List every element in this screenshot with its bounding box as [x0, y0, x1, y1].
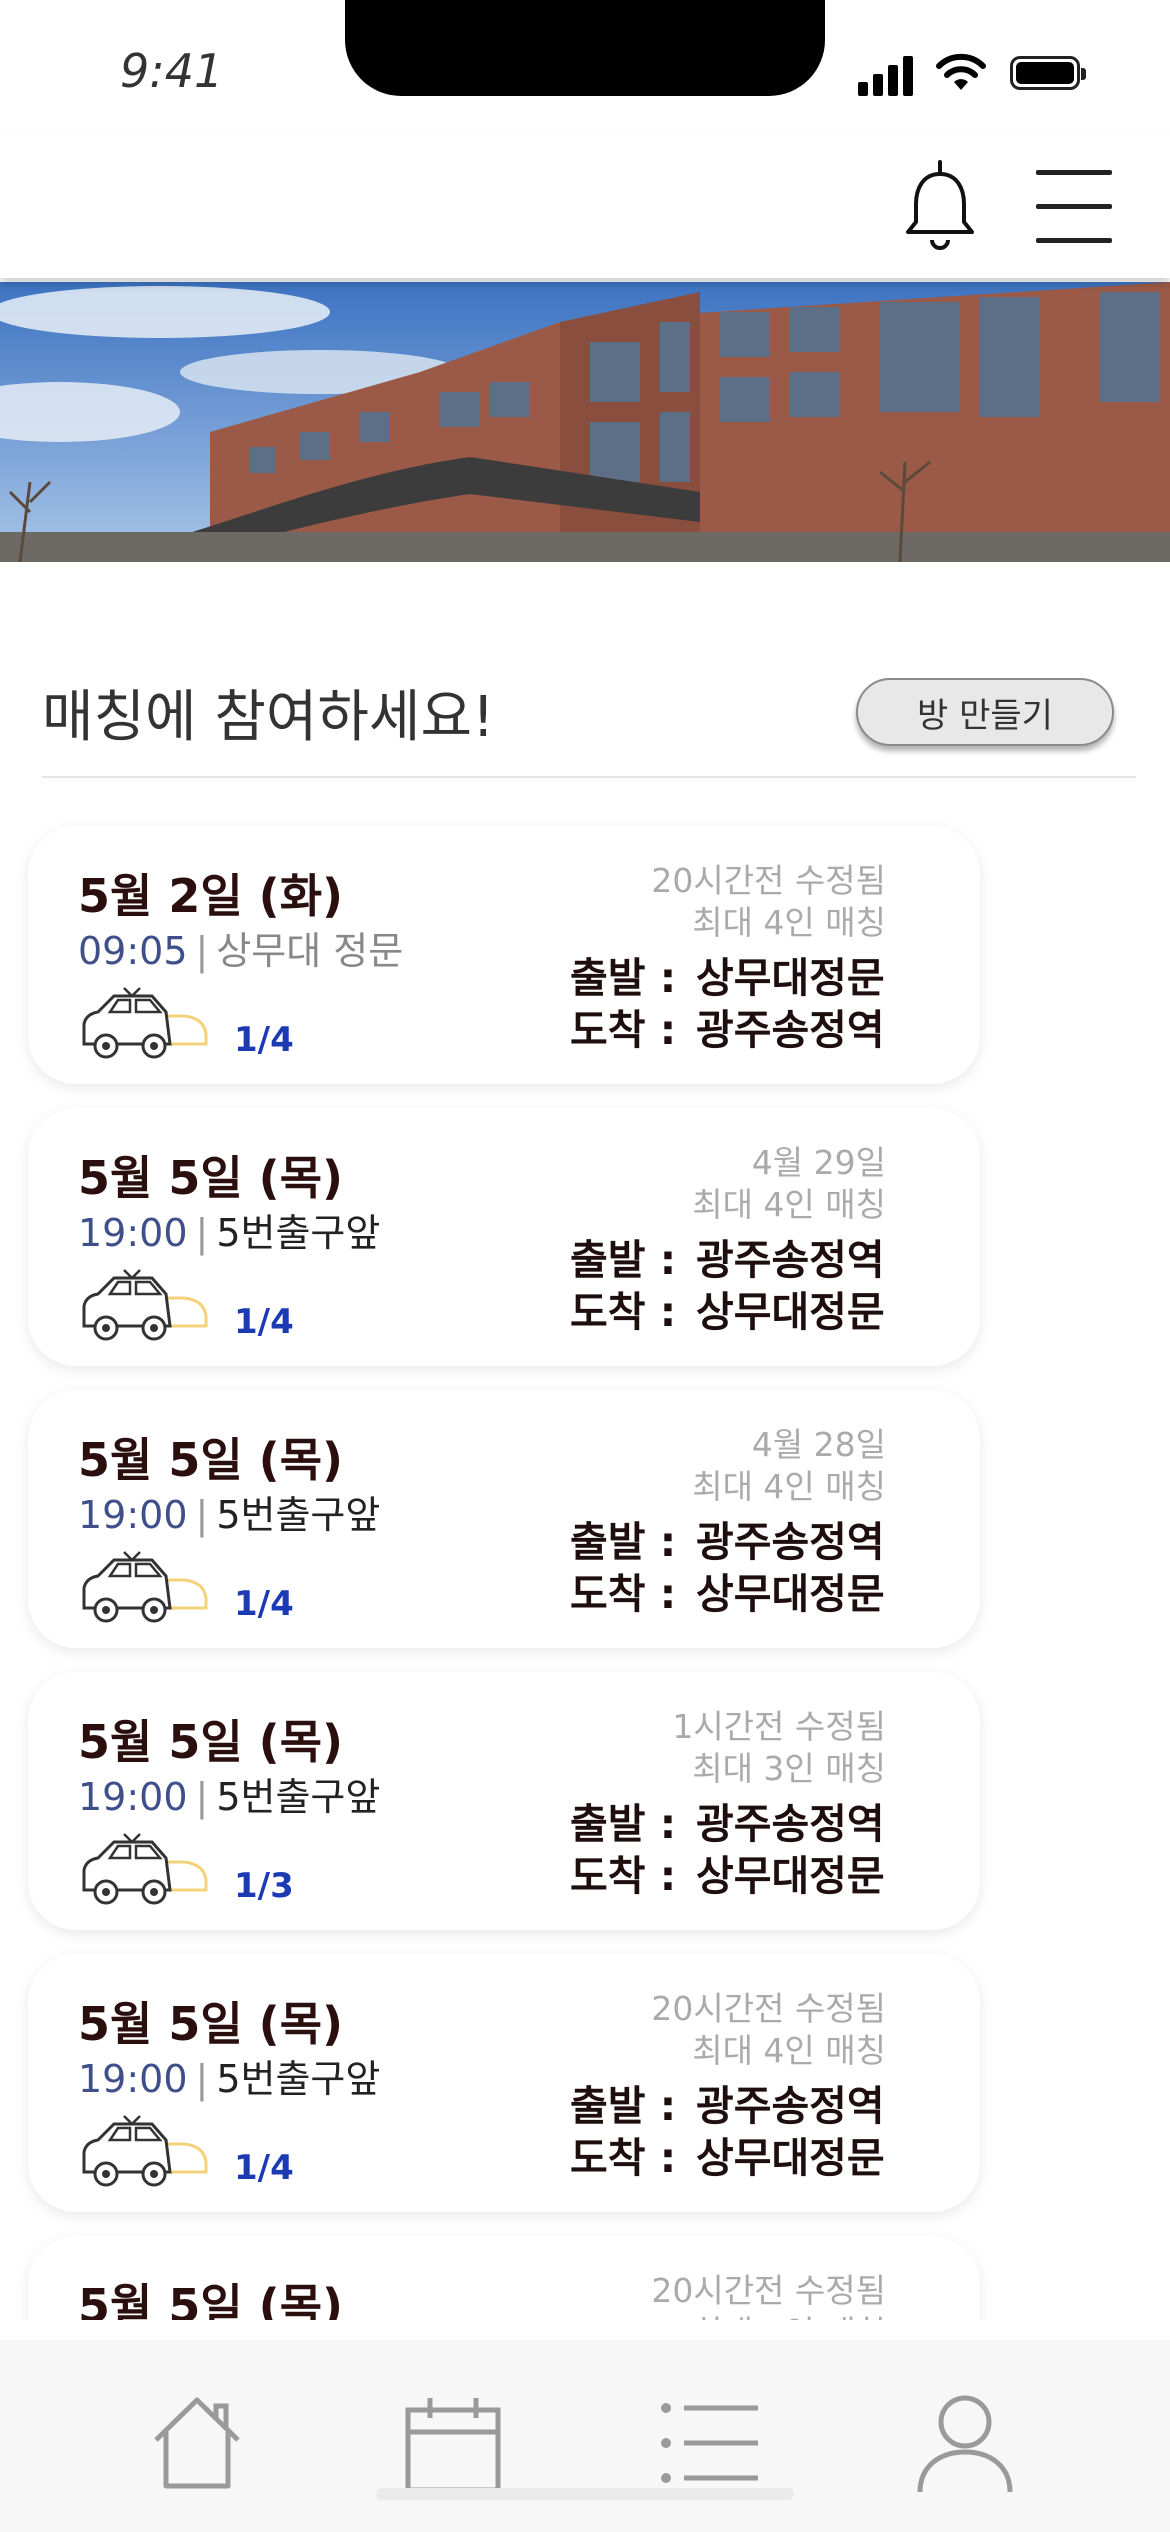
arrival: 도착 : 상무대정문 — [570, 1570, 885, 1618]
room-card[interactable]: 5월 5일 (목) 19:00 | 5번출구앞 1/3 1시간전 수정됨 최대 3인… — [28, 1672, 980, 1930]
departure: 출발 : 상무대정문 — [570, 954, 885, 1002]
room-card[interactable]: 5월 5일 (목) 19:00 | 5번출구앞 1/4 4월 29일 최대 4인 매… — [28, 1108, 980, 1366]
participant-count: 1/3 — [234, 1866, 294, 1906]
calendar-icon[interactable] — [398, 2388, 508, 2498]
room-meet-time: 09:05 | 상무대 정문 — [78, 929, 404, 973]
campus-building-photo — [0, 282, 1170, 562]
room-card[interactable]: 5월 5일 (목) 19:00 | 5번출구앞 1/4 4월 28일 최대 4인 매… — [28, 1390, 980, 1648]
taxi-icon — [82, 1269, 208, 1341]
updated-time: 20시간전 수정됨 — [651, 861, 886, 900]
app-header — [0, 130, 1170, 278]
home-icon[interactable] — [142, 2388, 252, 2498]
arrival: 도착 : 광주송정역 — [570, 1006, 885, 1054]
page-title: 매칭에 참여하세요! — [42, 685, 495, 750]
departure: 출발 : 광주송정역 — [570, 1800, 885, 1848]
bottom-navigation — [0, 2340, 1170, 2532]
taxi-icon — [82, 1833, 208, 1905]
room-date: 5월 5일 (목) — [78, 1151, 344, 1205]
departure: 출발 : 광주송정역 — [570, 1236, 885, 1284]
participant-count: 1/4 — [234, 1584, 294, 1624]
updated-time: 20시간전 수정됨 — [651, 2271, 886, 2310]
bell-icon[interactable] — [900, 158, 980, 254]
home-indicator[interactable] — [376, 2488, 794, 2500]
max-capacity: 최대 4인 매칭 — [692, 1185, 886, 1224]
arrival: 도착 : 상무대정문 — [570, 1288, 885, 1336]
profile-icon[interactable] — [910, 2388, 1020, 2498]
max-capacity: 최대 4인 매칭 — [692, 2306, 886, 2320]
max-capacity: 최대 3인 매칭 — [692, 1749, 886, 1788]
updated-time: 4월 28일 — [751, 1425, 886, 1464]
arrival: 도착 : 상무대정문 — [570, 1852, 885, 1900]
room-meet-time: 19:00 | 5번출구앞 — [78, 1493, 381, 1537]
status-time: 9:41 — [120, 44, 224, 98]
cellular-signal-icon — [858, 52, 914, 96]
room-card[interactable]: 5월 5일 (목) 20시간전 수정됨 최대 4인 매칭 — [28, 2236, 980, 2320]
participant-count: 1/4 — [234, 1302, 294, 1342]
hero-banner — [0, 282, 1170, 562]
room-date: 5월 2일 (화) — [78, 869, 344, 923]
taxi-icon — [82, 987, 208, 1059]
create-room-button[interactable]: 방 만들기 — [856, 678, 1114, 746]
max-capacity: 최대 4인 매칭 — [692, 1467, 886, 1506]
participant-count: 1/4 — [234, 2148, 294, 2188]
departure: 출발 : 광주송정역 — [570, 2082, 885, 2130]
room-meet-time: 19:00 | 5번출구앞 — [78, 1211, 381, 1255]
max-capacity: 최대 4인 매칭 — [692, 903, 886, 942]
status-bar: 9:41 — [0, 0, 1170, 130]
room-card[interactable]: 5월 2일 (화) 09:05 | 상무대 정문 1/4 20시간전 수정됨 최대 … — [28, 826, 980, 1084]
room-date: 5월 5일 (목) — [78, 1997, 344, 2051]
updated-time: 1시간전 수정됨 — [672, 1707, 886, 1746]
battery-icon — [1010, 56, 1086, 90]
taxi-icon — [82, 2115, 208, 2187]
room-date: 5월 5일 (목) — [78, 1433, 344, 1487]
room-meet-time: 19:00 | 5번출구앞 — [78, 2057, 381, 2101]
taxi-icon — [82, 1551, 208, 1623]
device-notch — [345, 0, 825, 96]
room-date: 5월 5일 (목) — [78, 2279, 344, 2320]
participant-count: 1/4 — [234, 1020, 294, 1060]
hamburger-menu-icon[interactable] — [1036, 166, 1112, 246]
room-date: 5월 5일 (목) — [78, 1715, 344, 1769]
arrival: 도착 : 상무대정문 — [570, 2134, 885, 2182]
list-icon[interactable] — [654, 2388, 764, 2498]
room-list[interactable]: 5월 2일 (화) 09:05 | 상무대 정문 1/4 20시간전 수정됨 최대 … — [0, 820, 1170, 2320]
divider — [42, 776, 1136, 778]
max-capacity: 최대 4인 매칭 — [692, 2031, 886, 2070]
wifi-icon — [936, 53, 986, 90]
room-card[interactable]: 5월 5일 (목) 19:00 | 5번출구앞 1/4 20시간전 수정됨 최대 4… — [28, 1954, 980, 2212]
room-meet-time: 19:00 | 5번출구앞 — [78, 1775, 381, 1819]
updated-time: 4월 29일 — [751, 1143, 886, 1182]
departure: 출발 : 광주송정역 — [570, 1518, 885, 1566]
updated-time: 20시간전 수정됨 — [651, 1989, 886, 2028]
